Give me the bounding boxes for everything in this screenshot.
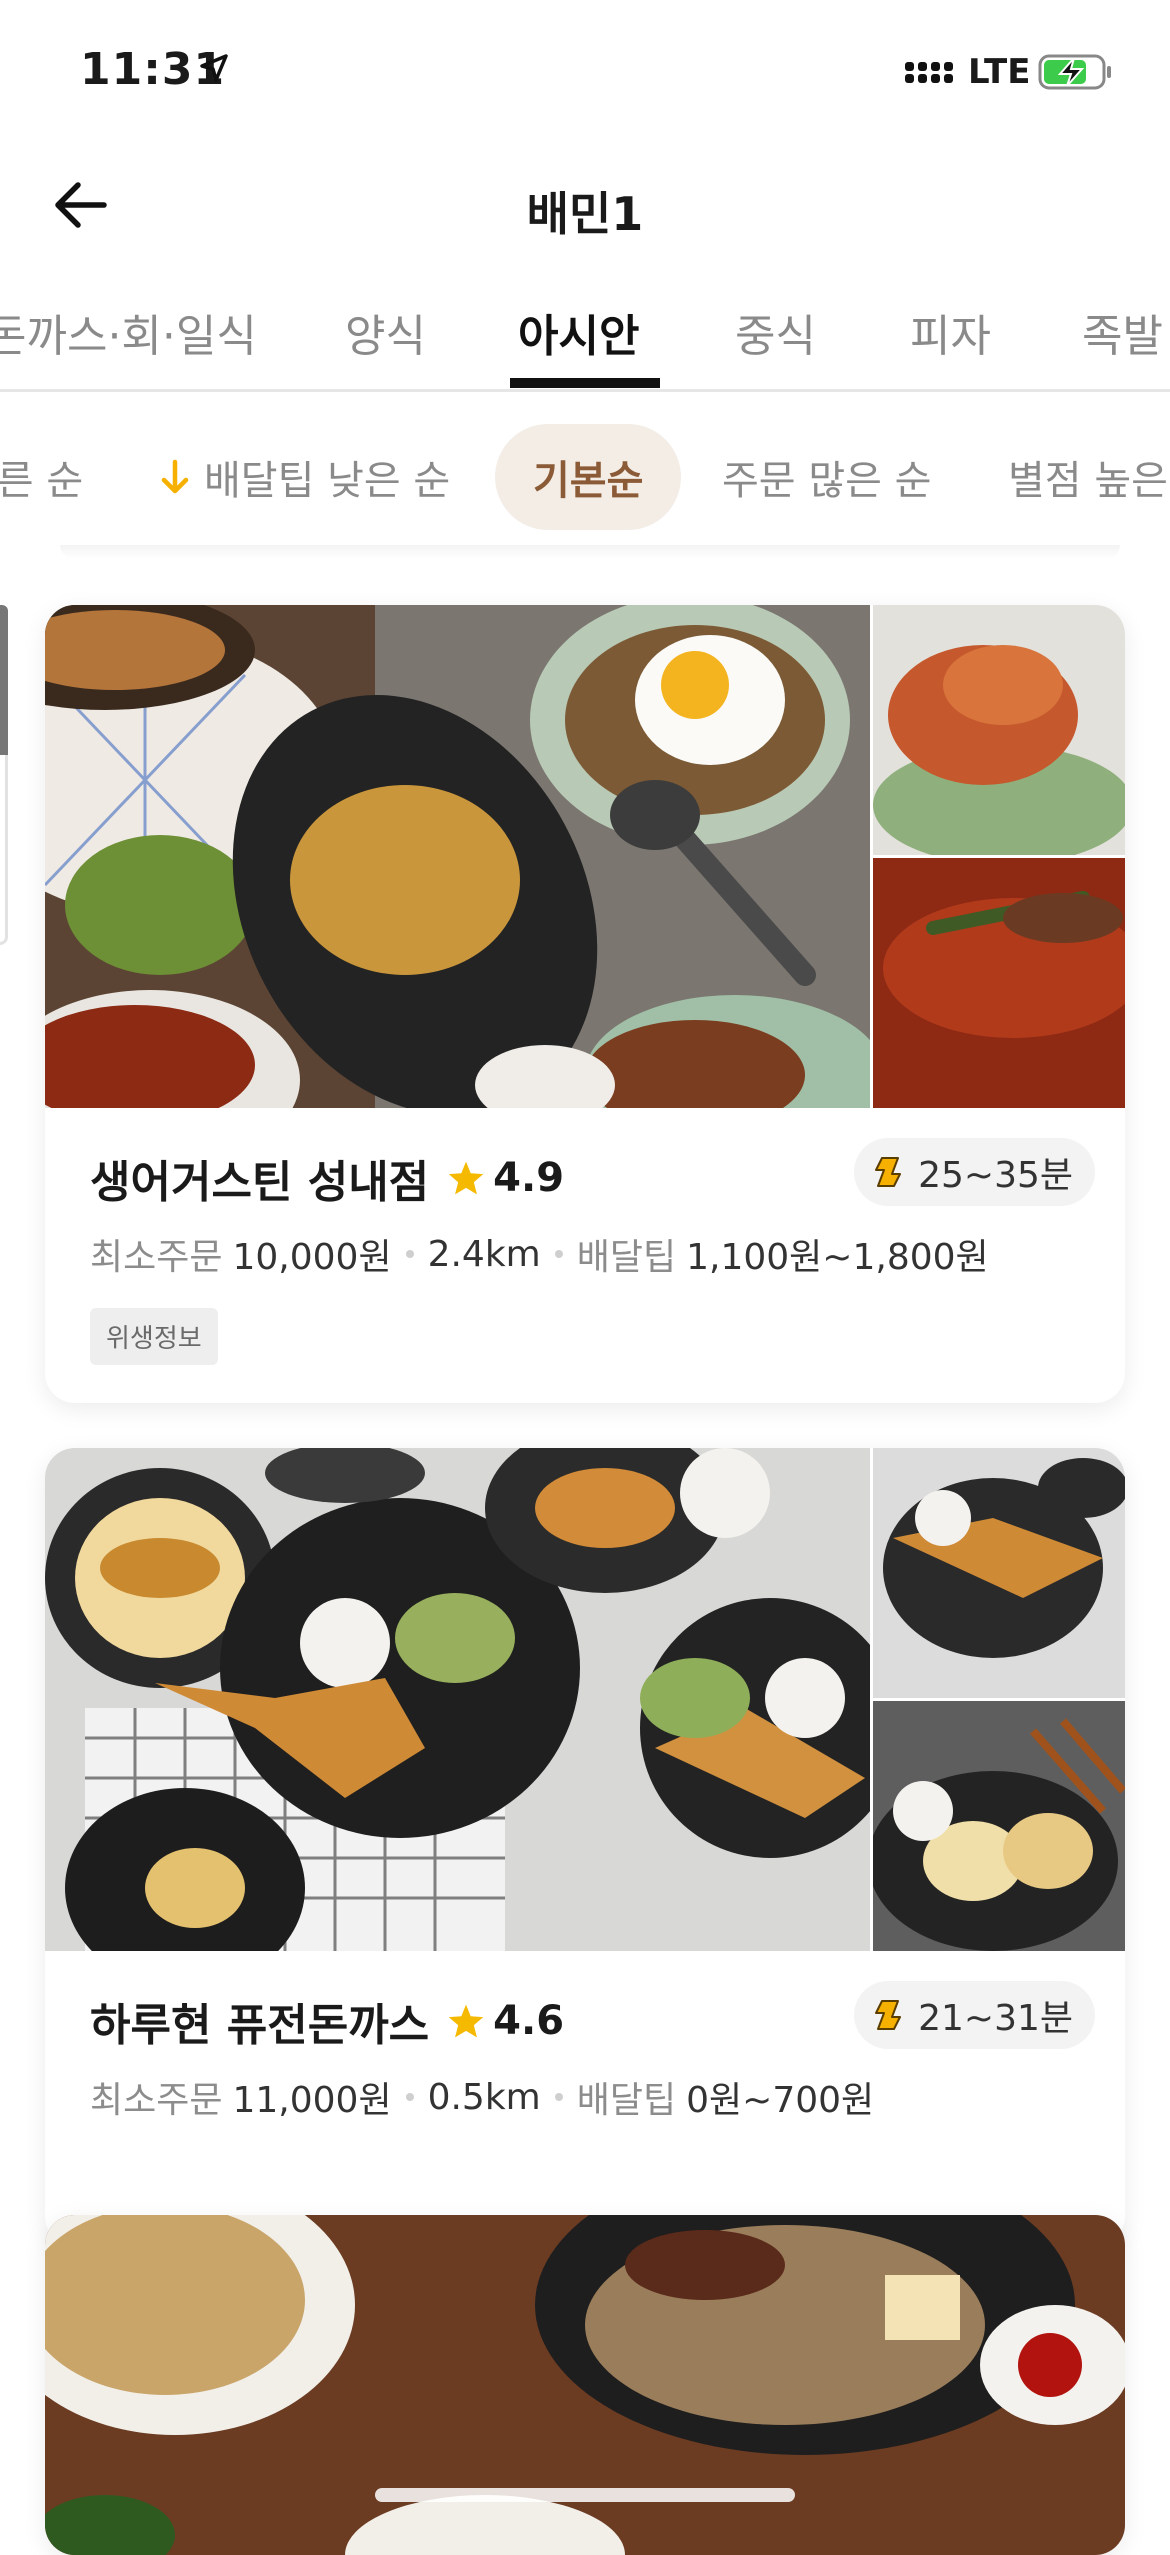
sort-default[interactable]: 기본순 — [495, 424, 682, 530]
delivery-rider-icon — [874, 1999, 904, 2031]
tab-pizza[interactable]: 피자 — [910, 300, 991, 364]
food-photo-main — [45, 1448, 870, 1951]
tab-japanese[interactable]: 돈까스·회·일식 — [0, 300, 257, 364]
restaurant-photos — [45, 605, 1125, 1108]
home-indicator[interactable] — [375, 2488, 795, 2502]
restaurant-info: 생어거스틴 성내점 4.9 25~35분 최소주문 10,000원 2.4km … — [45, 1108, 1125, 1403]
tab-chinese[interactable]: 중식 — [735, 300, 816, 364]
delivery-time-badge: 25~35분 — [854, 1138, 1095, 1206]
food-photo-main — [45, 2215, 1125, 2555]
delivery-tip-value: 0원~700원 — [686, 2080, 875, 2121]
restaurant-photos — [45, 1448, 1125, 1951]
battery-charging-icon — [1038, 52, 1114, 96]
restaurant-card[interactable]: 하루현 퓨전돈까스 4.6 21~31분 최소주문 11,000원 0.5km … — [45, 1448, 1125, 2246]
signal-icon — [905, 58, 959, 92]
distance-value: 2.4km — [427, 1233, 541, 1275]
sort-low-delivery-tip[interactable]: 배달팁 낮은 순 — [160, 424, 450, 530]
sort-options: 빠른 순 배달팁 낮은 순 기본순 주문 많은 순 별점 높은 순 — [0, 410, 1170, 540]
active-tab-indicator — [510, 378, 660, 388]
rating-value: 4.6 — [493, 1998, 565, 2044]
list-top-shadow — [60, 545, 1120, 559]
side-panel-peek-image — [0, 605, 8, 755]
rating-value: 4.9 — [493, 1155, 565, 1201]
delivery-rider-icon — [874, 1156, 904, 1188]
sort-most-orders[interactable]: 주문 많은 순 — [722, 424, 931, 530]
arrow-down-icon — [160, 459, 190, 495]
restaurant-meta: 최소주문 10,000원 2.4km 배달팁 1,100원~1,800원 — [90, 1228, 1080, 1280]
hygiene-info-tag: 위생정보 — [90, 1308, 218, 1365]
header: 배민1 — [0, 150, 1170, 260]
category-tabs: 돈까스·회·일식 양식 아시안 중식 피자 족발 — [0, 280, 1170, 392]
sort-fastest[interactable]: 빠른 순 — [0, 424, 83, 530]
distance-value: 0.5km — [427, 2076, 541, 2118]
tab-jokbal[interactable]: 족발 — [1082, 300, 1163, 364]
restaurant-meta: 최소주문 11,000원 0.5km 배달팁 0원~700원 — [90, 2071, 1080, 2123]
food-photo-side — [873, 858, 1125, 1108]
location-arrow-icon — [200, 54, 228, 86]
food-photo-side — [873, 1701, 1125, 1951]
delivery-time-badge: 21~31분 — [854, 1981, 1095, 2049]
tab-western[interactable]: 양식 — [345, 300, 426, 364]
tab-asian[interactable]: 아시안 — [518, 300, 639, 364]
network-label: LTE — [968, 52, 1031, 92]
food-photo-main — [45, 605, 870, 1108]
restaurant-name: 생어거스틴 성내점 — [90, 1157, 430, 1208]
star-icon — [447, 1160, 485, 1196]
min-order-value: 11,000원 — [232, 2080, 392, 2121]
sort-highest-rating[interactable]: 별점 높은 순 — [1008, 424, 1170, 530]
star-icon — [447, 2003, 485, 2039]
food-photo-side — [873, 1448, 1125, 1698]
delivery-tip-value: 1,100원~1,800원 — [686, 1237, 989, 1278]
food-photo-side — [873, 605, 1125, 855]
restaurant-info: 하루현 퓨전돈까스 4.6 21~31분 최소주문 11,000원 0.5km … — [45, 1951, 1125, 2246]
min-order-value: 10,000원 — [232, 1237, 392, 1278]
restaurant-card[interactable]: 생어거스틴 성내점 4.9 25~35분 최소주문 10,000원 2.4km … — [45, 605, 1125, 1403]
restaurant-card[interactable] — [45, 2215, 1125, 2555]
page-title: 배민1 — [526, 187, 644, 241]
status-bar: 11:31 LTE — [0, 0, 1170, 150]
restaurant-name: 하루현 퓨전돈까스 — [90, 2000, 430, 2051]
